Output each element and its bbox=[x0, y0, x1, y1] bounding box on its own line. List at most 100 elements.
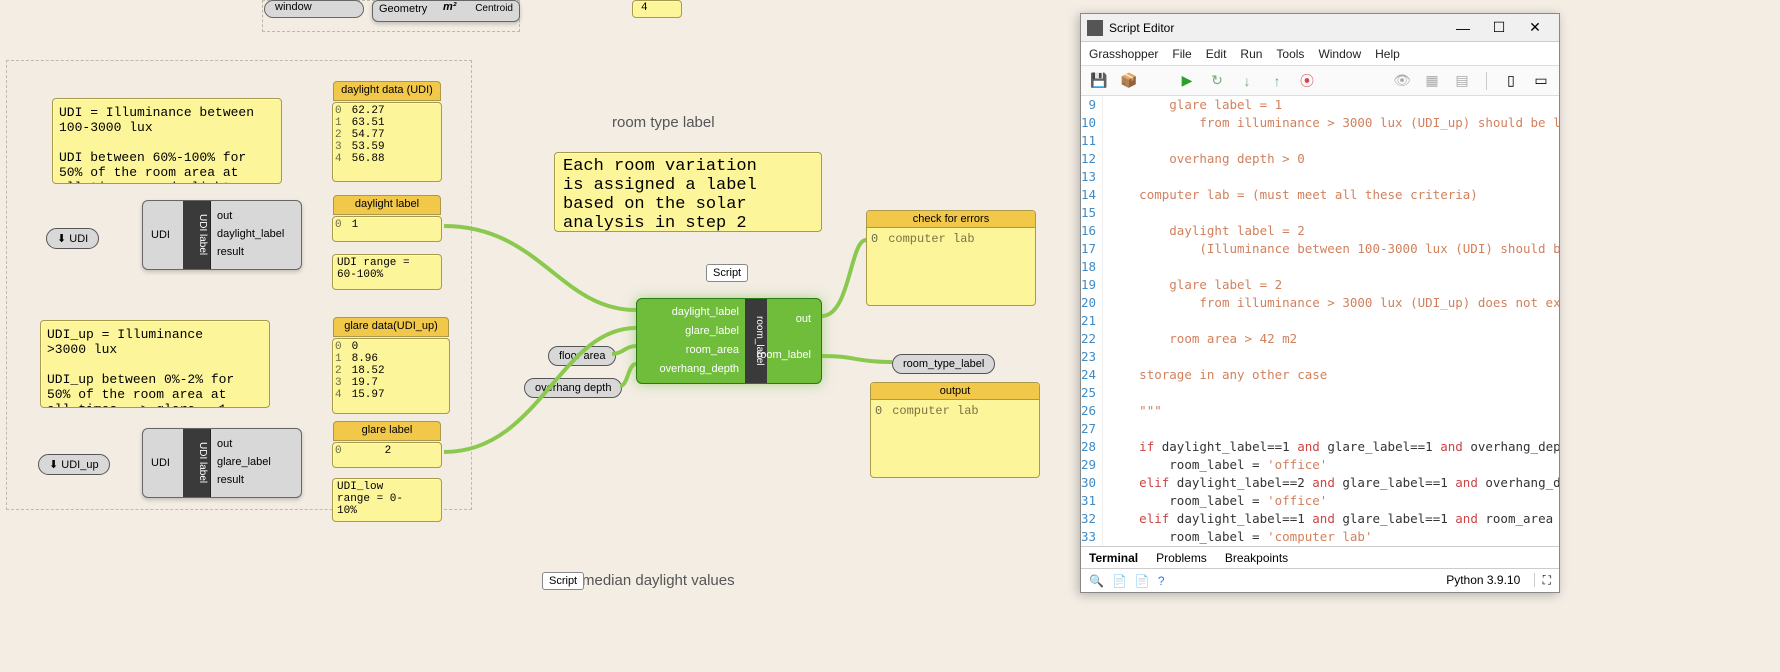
step-over-icon[interactable]: ↻ bbox=[1207, 71, 1227, 91]
search-icon[interactable]: 🔍 bbox=[1089, 574, 1104, 588]
rl-in-2: room_area bbox=[637, 341, 745, 360]
param-udi[interactable]: ⬇ UDI bbox=[46, 228, 99, 249]
udi-label-tab: UDI label bbox=[183, 201, 211, 269]
udiu-out-0: out bbox=[217, 435, 271, 453]
menu-file[interactable]: File bbox=[1172, 47, 1191, 61]
rl-in-3: overhang_depth bbox=[637, 360, 745, 379]
panel-four[interactable]: 4 bbox=[632, 0, 682, 18]
param-window-label: window bbox=[265, 1, 312, 13]
panel-daylight-label-title: daylight label bbox=[333, 195, 441, 215]
panel-daylight-label[interactable]: daylight label 0 1 bbox=[332, 216, 442, 242]
panel-output[interactable]: output 0 computer lab bbox=[870, 382, 1040, 478]
panel-glare-label[interactable]: glare label 0 2 bbox=[332, 442, 442, 468]
udiu-out-1: glare_label bbox=[217, 453, 271, 471]
panel-glare-label-title: glare label bbox=[333, 421, 441, 441]
udi-out-0: out bbox=[217, 207, 284, 225]
room-label-component[interactable]: room_label daylight_label glare_label ro… bbox=[636, 298, 822, 384]
tab-breakpoints[interactable]: Breakpoints bbox=[1225, 551, 1288, 565]
param-window[interactable]: window bbox=[264, 0, 364, 18]
param-udi-up[interactable]: ⬇ UDI_up bbox=[38, 454, 110, 475]
menubar[interactable]: Grasshopper File Edit Run Tools Window H… bbox=[1081, 42, 1559, 66]
udi-out-1: daylight_label bbox=[217, 225, 284, 243]
room-label-tab: room_label bbox=[745, 299, 767, 383]
maximize-button[interactable]: ☐ bbox=[1481, 19, 1517, 36]
section-label-median: median daylight values bbox=[582, 572, 735, 589]
menu-run[interactable]: Run bbox=[1240, 47, 1262, 61]
tab-terminal[interactable]: Terminal bbox=[1089, 551, 1138, 565]
help-icon[interactable]: ? bbox=[1158, 574, 1165, 588]
panel-icon-1[interactable]: ▯ bbox=[1501, 71, 1521, 91]
param-room-type-label[interactable]: room_type_label bbox=[892, 354, 995, 374]
param-udi-up-label: UDI_up bbox=[61, 459, 98, 471]
panel-output-title: output bbox=[871, 383, 1039, 400]
note-udi-up[interactable]: UDI_up = Illuminance >3000 lux UDI_up be… bbox=[40, 320, 270, 408]
script-tooltip-2: Script bbox=[542, 572, 584, 590]
note-udi[interactable]: UDI = Illuminance between 100-3000 lux U… bbox=[52, 98, 282, 184]
menu-tools[interactable]: Tools bbox=[1276, 47, 1304, 61]
panel-glare-data-title: glare data(UDI_up) bbox=[333, 317, 449, 337]
geom-mid: m² bbox=[443, 1, 456, 13]
menu-grasshopper[interactable]: Grasshopper bbox=[1089, 47, 1158, 61]
expand-icon[interactable]: ⛶ bbox=[1534, 573, 1551, 587]
panel-glare-data[interactable]: glare data(UDI_up) 0 0 1 8.96 2 18.52 3 … bbox=[332, 338, 450, 414]
udi-label-component[interactable]: UDI label UDI out daylight_label result bbox=[142, 200, 302, 270]
tab-problems[interactable]: Problems bbox=[1156, 551, 1207, 565]
udi-label-in: UDI bbox=[151, 229, 170, 241]
eye-icon[interactable]: 👁 bbox=[1392, 71, 1412, 91]
minimize-button[interactable]: — bbox=[1445, 20, 1481, 36]
param-floor-area[interactable]: floor area bbox=[548, 346, 616, 366]
udi-up-label-tab: UDI label bbox=[183, 429, 211, 497]
menu-window[interactable]: Window bbox=[1318, 47, 1361, 61]
line-gutter: 9101112131415161718192021222324252627282… bbox=[1081, 96, 1103, 546]
panel-daylight-data[interactable]: daylight data (UDI) 0 62.27 1 63.51 2 54… bbox=[332, 102, 442, 182]
panel-daylight-data-title: daylight data (UDI) bbox=[333, 81, 441, 101]
geometry-component[interactable]: Geometry m² Centroid bbox=[372, 0, 520, 22]
package-icon[interactable]: 📦 bbox=[1119, 71, 1139, 91]
geom-left: Geometry bbox=[379, 3, 427, 15]
param-overhang-depth[interactable]: overhang depth bbox=[524, 378, 622, 398]
window-title: Script Editor bbox=[1109, 21, 1445, 35]
step-out-icon[interactable]: ↑ bbox=[1267, 71, 1287, 91]
panel-udi-low[interactable]: UDI_low range = 0- 10% bbox=[332, 478, 442, 522]
down-arrow-icon: ⬇ bbox=[49, 459, 58, 471]
menu-edit[interactable]: Edit bbox=[1206, 47, 1227, 61]
udi-out-2: result bbox=[217, 243, 284, 261]
stop-icon[interactable]: ⦿ bbox=[1297, 71, 1317, 91]
tool-icon-2[interactable]: ▤ bbox=[1452, 71, 1472, 91]
code-content[interactable]: glare label = 1 from illuminance > 3000 … bbox=[1103, 96, 1559, 546]
section-label-room-type: room type label bbox=[612, 114, 715, 131]
rl-in-0: daylight_label bbox=[637, 303, 745, 322]
udi-up-label-in: UDI bbox=[151, 457, 170, 469]
tool-icon-1[interactable]: ▦ bbox=[1422, 71, 1442, 91]
titlebar[interactable]: Script Editor — ☐ ✕ bbox=[1081, 14, 1559, 42]
app-icon bbox=[1087, 20, 1103, 36]
doc-icon[interactable]: 📄 bbox=[1135, 574, 1150, 588]
step-in-icon[interactable]: ↓ bbox=[1237, 71, 1257, 91]
panel-check-errors[interactable]: check for errors 0 computer lab bbox=[866, 210, 1036, 306]
statusbar: 🔍 📄 📄 ? Python 3.9.10 ⛶ bbox=[1081, 568, 1559, 592]
script-tooltip: Script bbox=[706, 264, 748, 282]
param-udi-label: UDI bbox=[69, 233, 88, 245]
udi-up-label-component[interactable]: UDI label UDI out glare_label result bbox=[142, 428, 302, 498]
menu-help[interactable]: Help bbox=[1375, 47, 1400, 61]
close-button[interactable]: ✕ bbox=[1517, 19, 1553, 36]
panel-check-errors-title: check for errors bbox=[867, 211, 1035, 228]
save-icon[interactable]: 💾 bbox=[1089, 71, 1109, 91]
script-editor-window[interactable]: Script Editor — ☐ ✕ Grasshopper File Edi… bbox=[1080, 13, 1560, 593]
rl-out-1: room_label bbox=[757, 349, 811, 361]
panel-icon-2[interactable]: ▭ bbox=[1531, 71, 1551, 91]
udiu-out-2: result bbox=[217, 471, 271, 489]
bottom-tabs: Terminal Problems Breakpoints bbox=[1081, 546, 1559, 568]
panel-four-val: 4 bbox=[641, 2, 648, 14]
panel-udi-range[interactable]: UDI range = 60-100% bbox=[332, 254, 442, 290]
rl-out-0: out bbox=[796, 313, 811, 325]
python-version: Python 3.9.10 bbox=[1446, 573, 1520, 587]
run-icon[interactable]: ▶ bbox=[1177, 71, 1197, 91]
geom-right: Centroid bbox=[475, 3, 513, 14]
toolbar: 💾 📦 ▶ ↻ ↓ ↑ ⦿ 👁 ▦ ▤ ▯ ▭ bbox=[1081, 66, 1559, 96]
file-icon[interactable]: 📄 bbox=[1112, 574, 1127, 588]
rl-in-1: glare_label bbox=[637, 322, 745, 341]
note-each-room[interactable]: Each room variation is assigned a label … bbox=[554, 152, 822, 232]
down-arrow-icon: ⬇ bbox=[57, 233, 66, 245]
code-area[interactable]: 9101112131415161718192021222324252627282… bbox=[1081, 96, 1559, 546]
